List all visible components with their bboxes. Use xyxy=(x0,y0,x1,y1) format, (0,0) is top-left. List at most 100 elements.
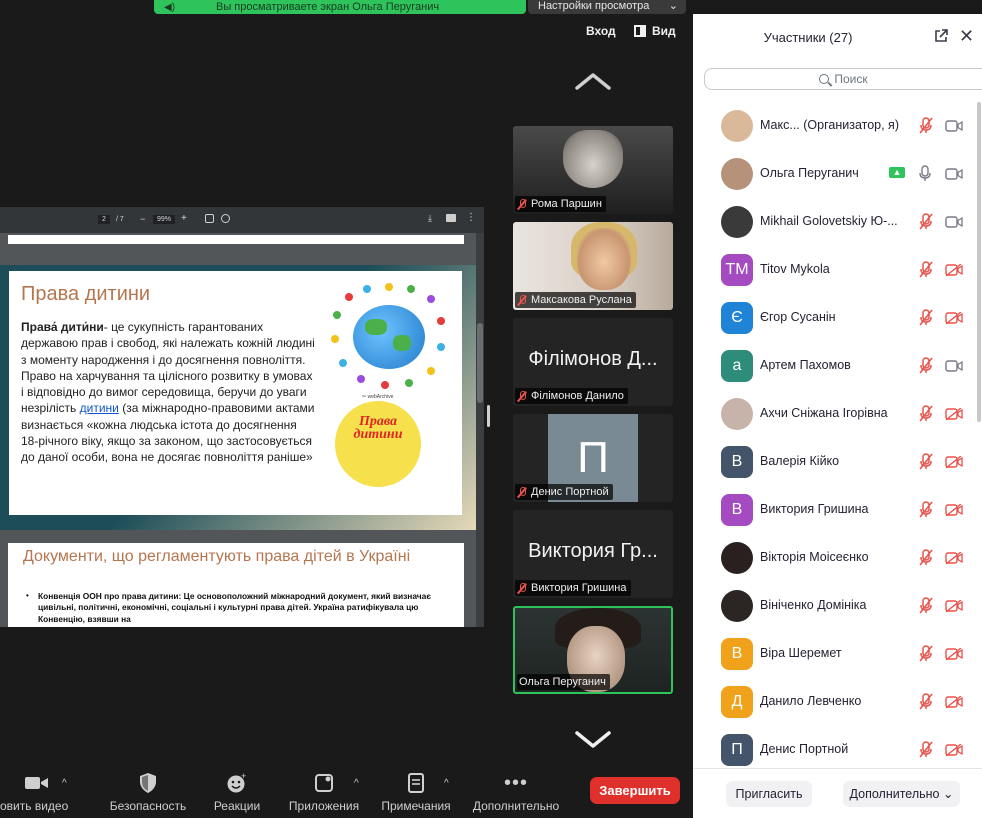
participant-row[interactable]: Вініченко Домініка xyxy=(693,582,975,630)
view-settings-button[interactable]: Настройки просмотра ⌄ xyxy=(528,0,686,14)
microphone-muted-icon[interactable] xyxy=(918,645,934,662)
zoom-input[interactable]: 99% xyxy=(153,215,176,224)
tile-name: Ольга Перуганич xyxy=(519,676,606,688)
video-camera-off-icon[interactable] xyxy=(945,647,963,661)
rotate-icon[interactable] xyxy=(221,214,230,223)
security-button[interactable]: Безопасность xyxy=(100,768,196,818)
search-placeholder: Поиск xyxy=(834,72,868,86)
microphone-muted-icon[interactable] xyxy=(918,501,934,518)
video-tile-roma[interactable]: Рома Паршин xyxy=(513,126,673,214)
reactions-button[interactable]: + Реакции xyxy=(204,768,270,818)
video-camera-icon[interactable] xyxy=(945,167,963,180)
more-dots-icon: ••• xyxy=(503,772,528,794)
start-video-button[interactable]: ^ овить видео xyxy=(0,768,72,818)
caret-up-icon[interactable]: ^ xyxy=(354,778,359,789)
participant-avatar: ТМ xyxy=(721,254,753,286)
video-camera-icon[interactable] xyxy=(945,215,963,228)
slide-prava-dytyny: Права дитини Права́ дити́ни- це сукупніс… xyxy=(0,265,476,530)
invite-button[interactable]: Пригласить xyxy=(726,781,812,807)
participant-avatar xyxy=(721,158,753,190)
participant-row[interactable]: В Валерія Кійко xyxy=(693,438,975,486)
gallery-down-button[interactable] xyxy=(574,728,612,750)
video-camera-off-icon[interactable] xyxy=(945,743,963,757)
split-resize-handle[interactable] xyxy=(487,405,490,427)
download-icon[interactable]: ⤓ xyxy=(428,213,432,224)
print-icon[interactable] xyxy=(446,214,456,222)
notes-label: Примечания xyxy=(381,799,451,813)
zoom-out-icon[interactable]: − xyxy=(140,214,145,224)
video-tile-maksakova[interactable]: Максакова Руслана xyxy=(513,222,673,310)
security-label: Безопасность xyxy=(109,799,187,813)
participant-row[interactable]: П Денис Портной xyxy=(693,726,975,774)
participant-row[interactable]: Mikhail Golovetskiy Ю-... xyxy=(693,198,975,246)
globe-children-image xyxy=(327,283,455,393)
microphone-muted-icon[interactable] xyxy=(918,261,934,278)
participant-name: Вініченко Домініка xyxy=(760,598,867,612)
microphone-icon[interactable] xyxy=(919,165,931,182)
participant-row[interactable]: Є Єгор Сусанін xyxy=(693,294,975,342)
end-meeting-button[interactable]: Завершить xyxy=(590,777,680,804)
participant-row[interactable]: Ольга Перуганич ▲ xyxy=(693,150,975,198)
video-tile-peruhanych[interactable]: Ольга Перуганич xyxy=(513,606,673,694)
document-scrollbar[interactable] xyxy=(476,233,484,627)
participant-row[interactable]: а Артем Пахомов xyxy=(693,342,975,390)
video-camera-icon[interactable] xyxy=(945,359,963,372)
participant-avatar: Д xyxy=(721,686,753,718)
popout-icon[interactable] xyxy=(934,29,948,43)
microphone-muted-icon[interactable] xyxy=(918,549,934,566)
video-tile-hryshyna[interactable]: Виктория Гр... Виктория Гришина xyxy=(513,510,673,598)
microphone-muted-icon[interactable] xyxy=(918,597,934,614)
microphone-muted-icon[interactable] xyxy=(918,693,934,710)
microphone-muted-icon[interactable] xyxy=(918,309,934,326)
participant-name: Ахчи Сніжана Ігорівна xyxy=(760,406,888,420)
zoom-in-icon[interactable]: + xyxy=(181,213,187,224)
participant-row[interactable]: ТМ Titov Mykola xyxy=(693,246,975,294)
video-camera-off-icon[interactable] xyxy=(945,551,963,565)
participant-row[interactable]: Ахчи Сніжана Ігорівна xyxy=(693,390,975,438)
participant-avatar: а xyxy=(721,350,753,382)
gallery-up-button[interactable] xyxy=(574,70,612,92)
slide2-bullet: Конвенція ООН про права дитини: Це основ… xyxy=(38,591,431,624)
participant-avatar: В xyxy=(721,638,753,670)
participant-row[interactable]: Вікторія Моісеєнко xyxy=(693,534,975,582)
fit-page-icon[interactable] xyxy=(205,214,214,223)
video-camera-off-icon[interactable] xyxy=(945,311,963,325)
apps-button[interactable]: ^ Приложения xyxy=(282,768,366,818)
search-input[interactable]: Поиск xyxy=(704,68,982,90)
participants-scrollbar[interactable] xyxy=(977,102,981,422)
microphone-muted-icon[interactable] xyxy=(918,405,934,422)
video-camera-off-icon[interactable] xyxy=(945,503,963,517)
microphone-muted-icon[interactable] xyxy=(918,453,934,470)
scrollbar-thumb[interactable] xyxy=(477,323,483,403)
close-icon[interactable]: ✕ xyxy=(959,27,974,45)
video-tile-portnoy[interactable]: П Денис Портной xyxy=(513,414,673,502)
child-link[interactable]: дитини xyxy=(80,401,119,415)
video-camera-off-icon[interactable] xyxy=(945,599,963,613)
video-camera-icon[interactable] xyxy=(945,119,963,132)
page-number-input[interactable]: 2 xyxy=(98,215,110,224)
more-button[interactable]: ••• Дополнительно xyxy=(466,768,566,818)
video-camera-off-icon[interactable] xyxy=(945,263,963,277)
more-vertical-icon[interactable]: ⋮ xyxy=(466,212,476,223)
video-camera-off-icon[interactable] xyxy=(945,407,963,421)
microphone-muted-icon[interactable] xyxy=(918,357,934,374)
participant-row[interactable]: Макс... (Организатор, я) xyxy=(693,102,975,150)
participant-name: Данило Левченко xyxy=(760,694,862,708)
video-camera-off-icon[interactable] xyxy=(945,455,963,469)
microphone-muted-icon[interactable] xyxy=(918,741,934,758)
video-camera-off-icon[interactable] xyxy=(945,695,963,709)
participant-row[interactable]: В Віра Шеремет xyxy=(693,630,975,678)
tile-name: Денис Портной xyxy=(531,486,609,498)
microphone-muted-icon[interactable] xyxy=(918,213,934,230)
notes-button[interactable]: ^ Примечания xyxy=(376,768,456,818)
microphone-muted-icon[interactable] xyxy=(918,117,934,134)
enter-button[interactable]: Вход xyxy=(586,24,616,38)
more-options-button[interactable]: Дополнительно ⌄ xyxy=(843,781,960,807)
participant-row[interactable]: В Виктория Гришина xyxy=(693,486,975,534)
caret-up-icon[interactable]: ^ xyxy=(62,778,67,789)
caret-up-icon[interactable]: ^ xyxy=(444,778,449,789)
video-tile-filimonov[interactable]: Філімонов Д... Філімонов Данило xyxy=(513,318,673,406)
participant-row[interactable]: Д Данило Левченко xyxy=(693,678,975,726)
tile-name: Виктория Гришина xyxy=(531,582,627,594)
view-button[interactable]: Вид xyxy=(634,24,676,38)
